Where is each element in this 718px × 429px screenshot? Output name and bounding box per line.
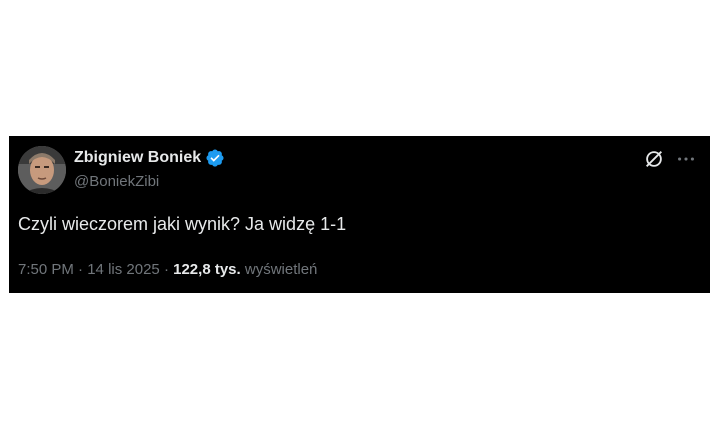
tweet-time[interactable]: 7:50 PM	[18, 261, 74, 278]
verified-badge-icon[interactable]	[205, 148, 225, 168]
author-name-row: Zbigniew Boniek	[74, 148, 225, 168]
avatar[interactable]	[18, 146, 66, 194]
avatar-photo	[18, 146, 66, 194]
views-count[interactable]: 122,8 tys.	[173, 261, 241, 278]
meta-separator: ·	[78, 261, 84, 278]
author-display-name[interactable]: Zbigniew Boniek	[74, 148, 201, 168]
grok-icon[interactable]	[643, 148, 665, 170]
meta-separator: ·	[163, 261, 169, 278]
author-handle[interactable]: @BoniekZibi	[74, 172, 159, 192]
tweet-date[interactable]: 14 lis 2025	[87, 261, 160, 278]
tweet-card[interactable]: Zbigniew Boniek @BoniekZibi Czyli wieczo…	[9, 136, 710, 293]
more-options-icon[interactable]	[675, 148, 697, 170]
views-label: wyświetleń	[244, 261, 318, 278]
tweet-text: Czyli wieczorem jaki wynik? Ja widzę 1-1	[18, 214, 347, 234]
tweet-meta: 7:50 PM · 14 lis 2025 · 122,8 tys. wyświ…	[18, 260, 317, 280]
